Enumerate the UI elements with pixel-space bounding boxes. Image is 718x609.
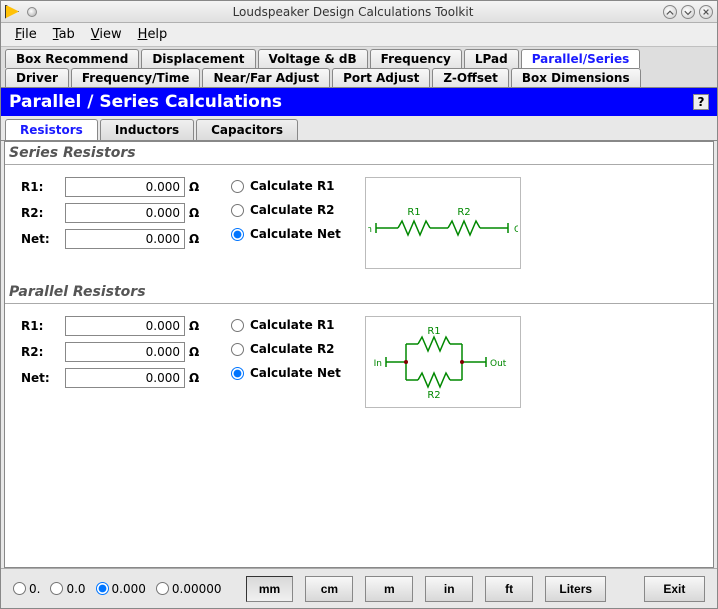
tab-displacement[interactable]: Displacement [141, 49, 255, 68]
svg-text:R1: R1 [407, 207, 420, 218]
subtab-capacitors[interactable]: Capacitors [196, 119, 298, 140]
svg-text:Out: Out [490, 359, 507, 369]
svg-text:In: In [374, 359, 382, 369]
svg-text:R1: R1 [427, 326, 440, 337]
unit-in-button[interactable]: in [425, 576, 473, 602]
tab-near-far-adjust[interactable]: Near/Far Adjust [202, 68, 330, 87]
menu-help[interactable]: Help [130, 25, 176, 44]
series-heading: Series Resistors [5, 142, 713, 165]
panel-title: Parallel / Series Calculations [9, 92, 282, 112]
series-r2-input[interactable] [65, 203, 185, 223]
menu-file[interactable]: File [7, 25, 45, 44]
series-diagram: In Out R1 R2 [365, 177, 521, 269]
close-button[interactable] [699, 5, 713, 19]
series-r1-label: R1: [21, 180, 61, 194]
menu-tab[interactable]: Tab [45, 25, 83, 44]
series-calc-net-radio[interactable]: Calculate Net [231, 227, 341, 241]
tab-box-dimensions[interactable]: Box Dimensions [511, 68, 641, 87]
tab-lpad[interactable]: LPad [464, 49, 519, 68]
precision-1[interactable]: 0.0 [50, 582, 85, 596]
tab-frequency[interactable]: Frequency [370, 49, 462, 68]
parallel-calc-r2-radio[interactable]: Calculate R2 [231, 342, 341, 356]
parallel-calc-r1-radio[interactable]: Calculate R1 [231, 318, 341, 332]
svg-text:In: In [368, 225, 372, 235]
precision-3[interactable]: 0.00000 [156, 582, 222, 596]
series-r1-unit: Ω [189, 180, 207, 194]
parallel-r1-input[interactable] [65, 316, 185, 336]
parallel-net-unit: Ω [189, 371, 207, 385]
precision-2[interactable]: 0.000 [96, 582, 146, 596]
subtab-resistors[interactable]: Resistors [5, 119, 98, 140]
unit-cm-button[interactable]: cm [305, 576, 353, 602]
tab-driver[interactable]: Driver [5, 68, 69, 87]
series-r2-unit: Ω [189, 206, 207, 220]
app-icon [5, 5, 19, 19]
maximize-button[interactable] [681, 5, 695, 19]
tabs-row-2: Driver Frequency/Time Near/Far Adjust Po… [1, 68, 717, 87]
svg-text:R2: R2 [457, 207, 470, 218]
series-net-input[interactable] [65, 229, 185, 249]
parallel-r2-label: R2: [21, 345, 61, 359]
tab-voltage-db[interactable]: Voltage & dB [258, 49, 368, 68]
series-net-unit: Ω [189, 232, 207, 246]
tab-parallel-series[interactable]: Parallel/Series [521, 49, 641, 68]
tabs-row-1: Box Recommend Displacement Voltage & dB … [1, 47, 717, 68]
parallel-r1-label: R1: [21, 319, 61, 333]
tab-z-offset[interactable]: Z-Offset [432, 68, 508, 87]
tab-port-adjust[interactable]: Port Adjust [332, 68, 430, 87]
unit-m-button[interactable]: m [365, 576, 413, 602]
help-button[interactable]: ? [693, 94, 709, 110]
parallel-diagram: In Out R1 R2 [365, 316, 521, 408]
parallel-calc-net-radio[interactable]: Calculate Net [231, 366, 341, 380]
tab-frequency-time[interactable]: Frequency/Time [71, 68, 201, 87]
precision-0[interactable]: 0. [13, 582, 40, 596]
series-calc-r2-radio[interactable]: Calculate R2 [231, 203, 341, 217]
parallel-net-input[interactable] [65, 368, 185, 388]
parallel-r1-unit: Ω [189, 319, 207, 333]
unit-liters-button[interactable]: Liters [545, 576, 606, 602]
exit-button[interactable]: Exit [644, 576, 705, 602]
menu-view[interactable]: View [83, 25, 130, 44]
parallel-r2-unit: Ω [189, 345, 207, 359]
parallel-r2-input[interactable] [65, 342, 185, 362]
parallel-net-label: Net: [21, 371, 61, 385]
tab-box-recommend[interactable]: Box Recommend [5, 49, 139, 68]
unit-ft-button[interactable]: ft [485, 576, 533, 602]
subtab-inductors[interactable]: Inductors [100, 119, 194, 140]
svg-text:R2: R2 [427, 390, 440, 401]
svg-text:Out: Out [514, 225, 518, 235]
series-net-label: Net: [21, 232, 61, 246]
series-calc-r1-radio[interactable]: Calculate R1 [231, 179, 341, 193]
minimize-button[interactable] [663, 5, 677, 19]
menubar: File Tab View Help [1, 23, 717, 47]
unit-mm-button[interactable]: mm [246, 576, 294, 602]
series-r1-input[interactable] [65, 177, 185, 197]
window-title: Loudspeaker Design Calculations Toolkit [43, 5, 663, 19]
window-menu-icon[interactable] [27, 7, 37, 17]
series-r2-label: R2: [21, 206, 61, 220]
parallel-heading: Parallel Resistors [5, 281, 713, 304]
